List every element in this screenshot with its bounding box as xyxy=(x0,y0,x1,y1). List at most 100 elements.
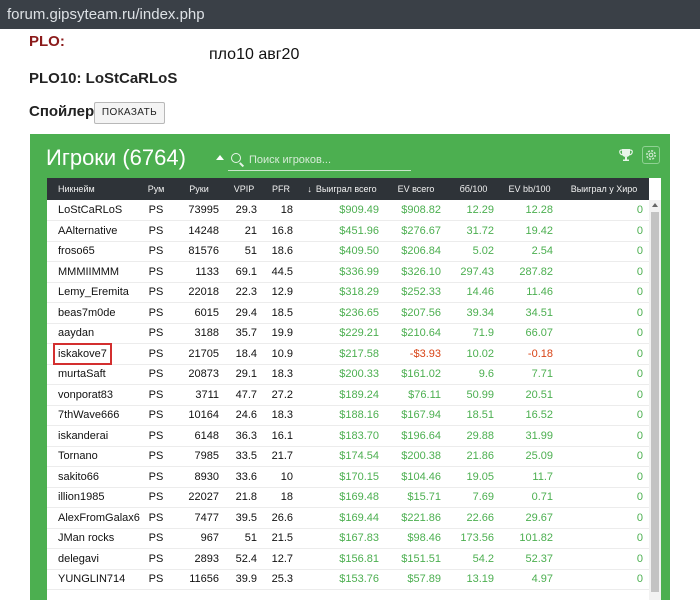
table-row[interactable]: murtaSaft PS 20873 29.1 18.3 $200.33 $161.02 9.… xyxy=(47,364,649,385)
row-ev-bb100-text: 7.71 xyxy=(531,368,553,381)
row-nickname[interactable]: iskakove7 xyxy=(47,342,139,365)
row-nickname[interactable]: 7thWave666 xyxy=(47,405,139,426)
row-won-total: $167.83 xyxy=(299,528,385,549)
row-ev-bb100-text: 31.99 xyxy=(525,429,553,442)
row-won-vs-hero: 0 xyxy=(559,507,649,529)
table-scrollbar[interactable] xyxy=(649,200,661,600)
table-row[interactable]: MMMIIMMM PS 1133 69.1 44.5 $336.99 $326.10 297.… xyxy=(47,261,649,283)
trophy-icon[interactable] xyxy=(619,148,633,162)
player-search-input[interactable] xyxy=(249,151,407,169)
row-nickname[interactable]: vonporat83 xyxy=(47,384,139,406)
settings-button[interactable] xyxy=(642,146,660,164)
row-nickname[interactable]: JMan rocks xyxy=(47,528,139,549)
row-room-text: PS xyxy=(148,224,164,237)
col-hands[interactable]: Руки xyxy=(173,178,225,200)
row-bb100-text: 31.72 xyxy=(466,224,494,237)
row-ev-bb100-text: 11.46 xyxy=(526,286,553,299)
row-nickname[interactable]: LoStCaRLoS xyxy=(47,200,139,221)
row-bb100-text: 9.6 xyxy=(478,368,494,381)
row-nickname[interactable]: beas7m0de xyxy=(47,302,139,324)
row-nickname[interactable]: aaydan xyxy=(47,323,139,344)
row-bb100: 173.56 xyxy=(447,528,500,549)
row-won-total-text: $170.15 xyxy=(339,470,379,483)
row-room-text: PS xyxy=(148,552,164,565)
row-nickname[interactable]: Tornano xyxy=(47,446,139,467)
row-bb100: 31.72 xyxy=(447,220,500,242)
row-won-vs-hero-text: 0 xyxy=(636,470,643,483)
row-ev-bb100: 287.82 xyxy=(500,261,559,283)
col-won-total-label: Выиграл всего xyxy=(315,184,377,194)
table-row[interactable]: illion1985 PS 22027 21.8 18 $169.48 $15.71 7.69… xyxy=(47,487,649,508)
col-vpip[interactable]: VPIP xyxy=(225,178,263,200)
col-won-vs-hero[interactable]: Выиграл у Хиро xyxy=(559,178,649,200)
players-title[interactable]: Игроки (6764) xyxy=(46,145,224,171)
row-nickname-text: murtaSaft xyxy=(58,368,106,381)
row-hands-text: 22018 xyxy=(188,286,219,299)
col-pfr[interactable]: PFR xyxy=(263,178,299,200)
row-bb100-text: 22.66 xyxy=(466,511,494,524)
row-nickname[interactable]: Lemy_Eremita xyxy=(47,282,139,303)
row-won-total-text: $217.58 xyxy=(339,347,379,360)
row-ev-total-text: $276.67 xyxy=(401,224,441,237)
row-ev-total: $98.46 xyxy=(385,528,447,549)
caret-up-icon[interactable] xyxy=(216,155,224,160)
row-bb100-text: 10.02 xyxy=(466,347,494,360)
table-row[interactable]: aaydan PS 3188 35.7 19.9 $229.21 $210.64 71.9 66… xyxy=(47,323,649,344)
scroll-thumb[interactable] xyxy=(651,212,659,592)
row-vpip-text: 51 xyxy=(244,245,257,258)
table-row[interactable]: YUNGLIN714 PS 11656 39.9 25.3 $153.76 $57.89 13… xyxy=(47,569,649,590)
row-won-total-text: $909.49 xyxy=(339,204,379,216)
col-room[interactable]: Рум xyxy=(139,178,173,200)
row-ev-bb100: 101.82 xyxy=(500,528,559,549)
col-won-total[interactable]: ↓ Выиграл всего xyxy=(299,178,385,200)
row-ev-bb100: 52.37 xyxy=(500,548,559,570)
table-row[interactable]: AAlternative PS 14248 21 16.8 $451.96 $276.67 3… xyxy=(47,220,649,242)
col-ev-total[interactable]: EV всего xyxy=(385,178,447,200)
table-row[interactable]: sakito66 PS 8930 33.6 10 $170.15 $104.46 19.05 1… xyxy=(47,466,649,488)
table-row[interactable]: beas7m0de PS 6015 29.4 18.5 $236.65 $207.56 39.… xyxy=(47,302,649,324)
table-row[interactable]: froso65 PS 81576 51 18.6 $409.50 $206.84 5.02 2.… xyxy=(47,241,649,262)
row-ev-bb100-text: 11.7 xyxy=(532,470,553,483)
table-row[interactable]: JMan rocks PS 967 51 21.5 $167.83 $98.46 173.56… xyxy=(47,528,649,549)
table-row[interactable]: LoStCaRLoS PS 73995 29.3 18 $909.49 $908.82 12.… xyxy=(47,200,649,221)
row-nickname[interactable]: illion1985 xyxy=(47,487,139,508)
row-nickname[interactable]: sakito66 xyxy=(47,466,139,488)
row-nickname[interactable]: AlexFromGalax6 xyxy=(47,507,140,529)
row-nickname[interactable]: delegavi xyxy=(47,548,139,570)
row-pfr-text: 10.9 xyxy=(271,347,293,360)
table-row[interactable]: Tornano PS 7985 33.5 21.7 $174.54 $200.38 21.86… xyxy=(47,446,649,467)
table-row[interactable]: 7thWave666 PS 10164 24.6 18.3 $188.16 $167.94 1… xyxy=(47,405,649,426)
url-text: forum.gipsyteam.ru/index.php xyxy=(7,6,205,23)
row-vpip: 52.4 xyxy=(225,548,263,570)
row-nickname[interactable]: iskanderai xyxy=(47,425,139,447)
row-ev-bb100-text: 29.67 xyxy=(525,511,553,524)
row-vpip-text: 18.4 xyxy=(235,347,257,360)
table-row[interactable]: delegavi PS 2893 52.4 12.7 $156.81 $151.51 54.2… xyxy=(47,548,649,570)
table-row[interactable]: iskakove7 PS 21705 18.4 10.9 $217.58 -$3.93 10.… xyxy=(47,342,649,365)
row-nickname[interactable]: MMMIIMMM xyxy=(47,261,139,283)
row-nickname-text: iskakove7 xyxy=(53,342,112,365)
row-ev-bb100: 12.28 xyxy=(500,200,559,221)
row-ev-bb100-text: 34.51 xyxy=(525,306,553,319)
table-row[interactable]: AlexFromGalax6 PS 7477 39.5 26.6 $169.44 $221.… xyxy=(47,507,649,529)
row-bb100-text: 173.56 xyxy=(460,532,494,545)
row-ev-bb100: 0.71 xyxy=(500,487,559,508)
player-search[interactable] xyxy=(228,149,411,171)
col-nickname[interactable]: Никнейм xyxy=(47,178,139,200)
col-bb100[interactable]: бб/100 xyxy=(447,178,500,200)
scroll-up-icon[interactable] xyxy=(652,203,658,207)
address-bar[interactable]: forum.gipsyteam.ru/index.php xyxy=(0,0,700,29)
table-row[interactable]: iskanderai PS 6148 36.3 16.1 $183.70 $196.64 29… xyxy=(47,425,649,447)
row-nickname[interactable]: AAlternative xyxy=(47,220,139,242)
row-room: PS xyxy=(139,528,173,549)
row-ev-bb100-text: 19.42 xyxy=(525,224,553,237)
table-row[interactable]: vonporat83 PS 3711 47.7 27.2 $189.24 $76.11 50.… xyxy=(47,384,649,406)
row-nickname[interactable]: YUNGLIN714 xyxy=(47,569,139,590)
row-nickname[interactable]: murtaSaft xyxy=(47,364,139,385)
row-nickname[interactable]: froso65 xyxy=(47,241,139,262)
col-ev-bb100[interactable]: EV bb/100 xyxy=(500,178,559,200)
spoiler-show-button[interactable]: ПОКАЗАТЬ xyxy=(94,102,165,124)
row-ev-bb100: 25.09 xyxy=(500,446,559,467)
players-title-text: Игроки (6764) xyxy=(46,145,186,170)
table-row[interactable]: Lemy_Eremita PS 22018 22.3 12.9 $318.29 $252.3… xyxy=(47,282,649,303)
